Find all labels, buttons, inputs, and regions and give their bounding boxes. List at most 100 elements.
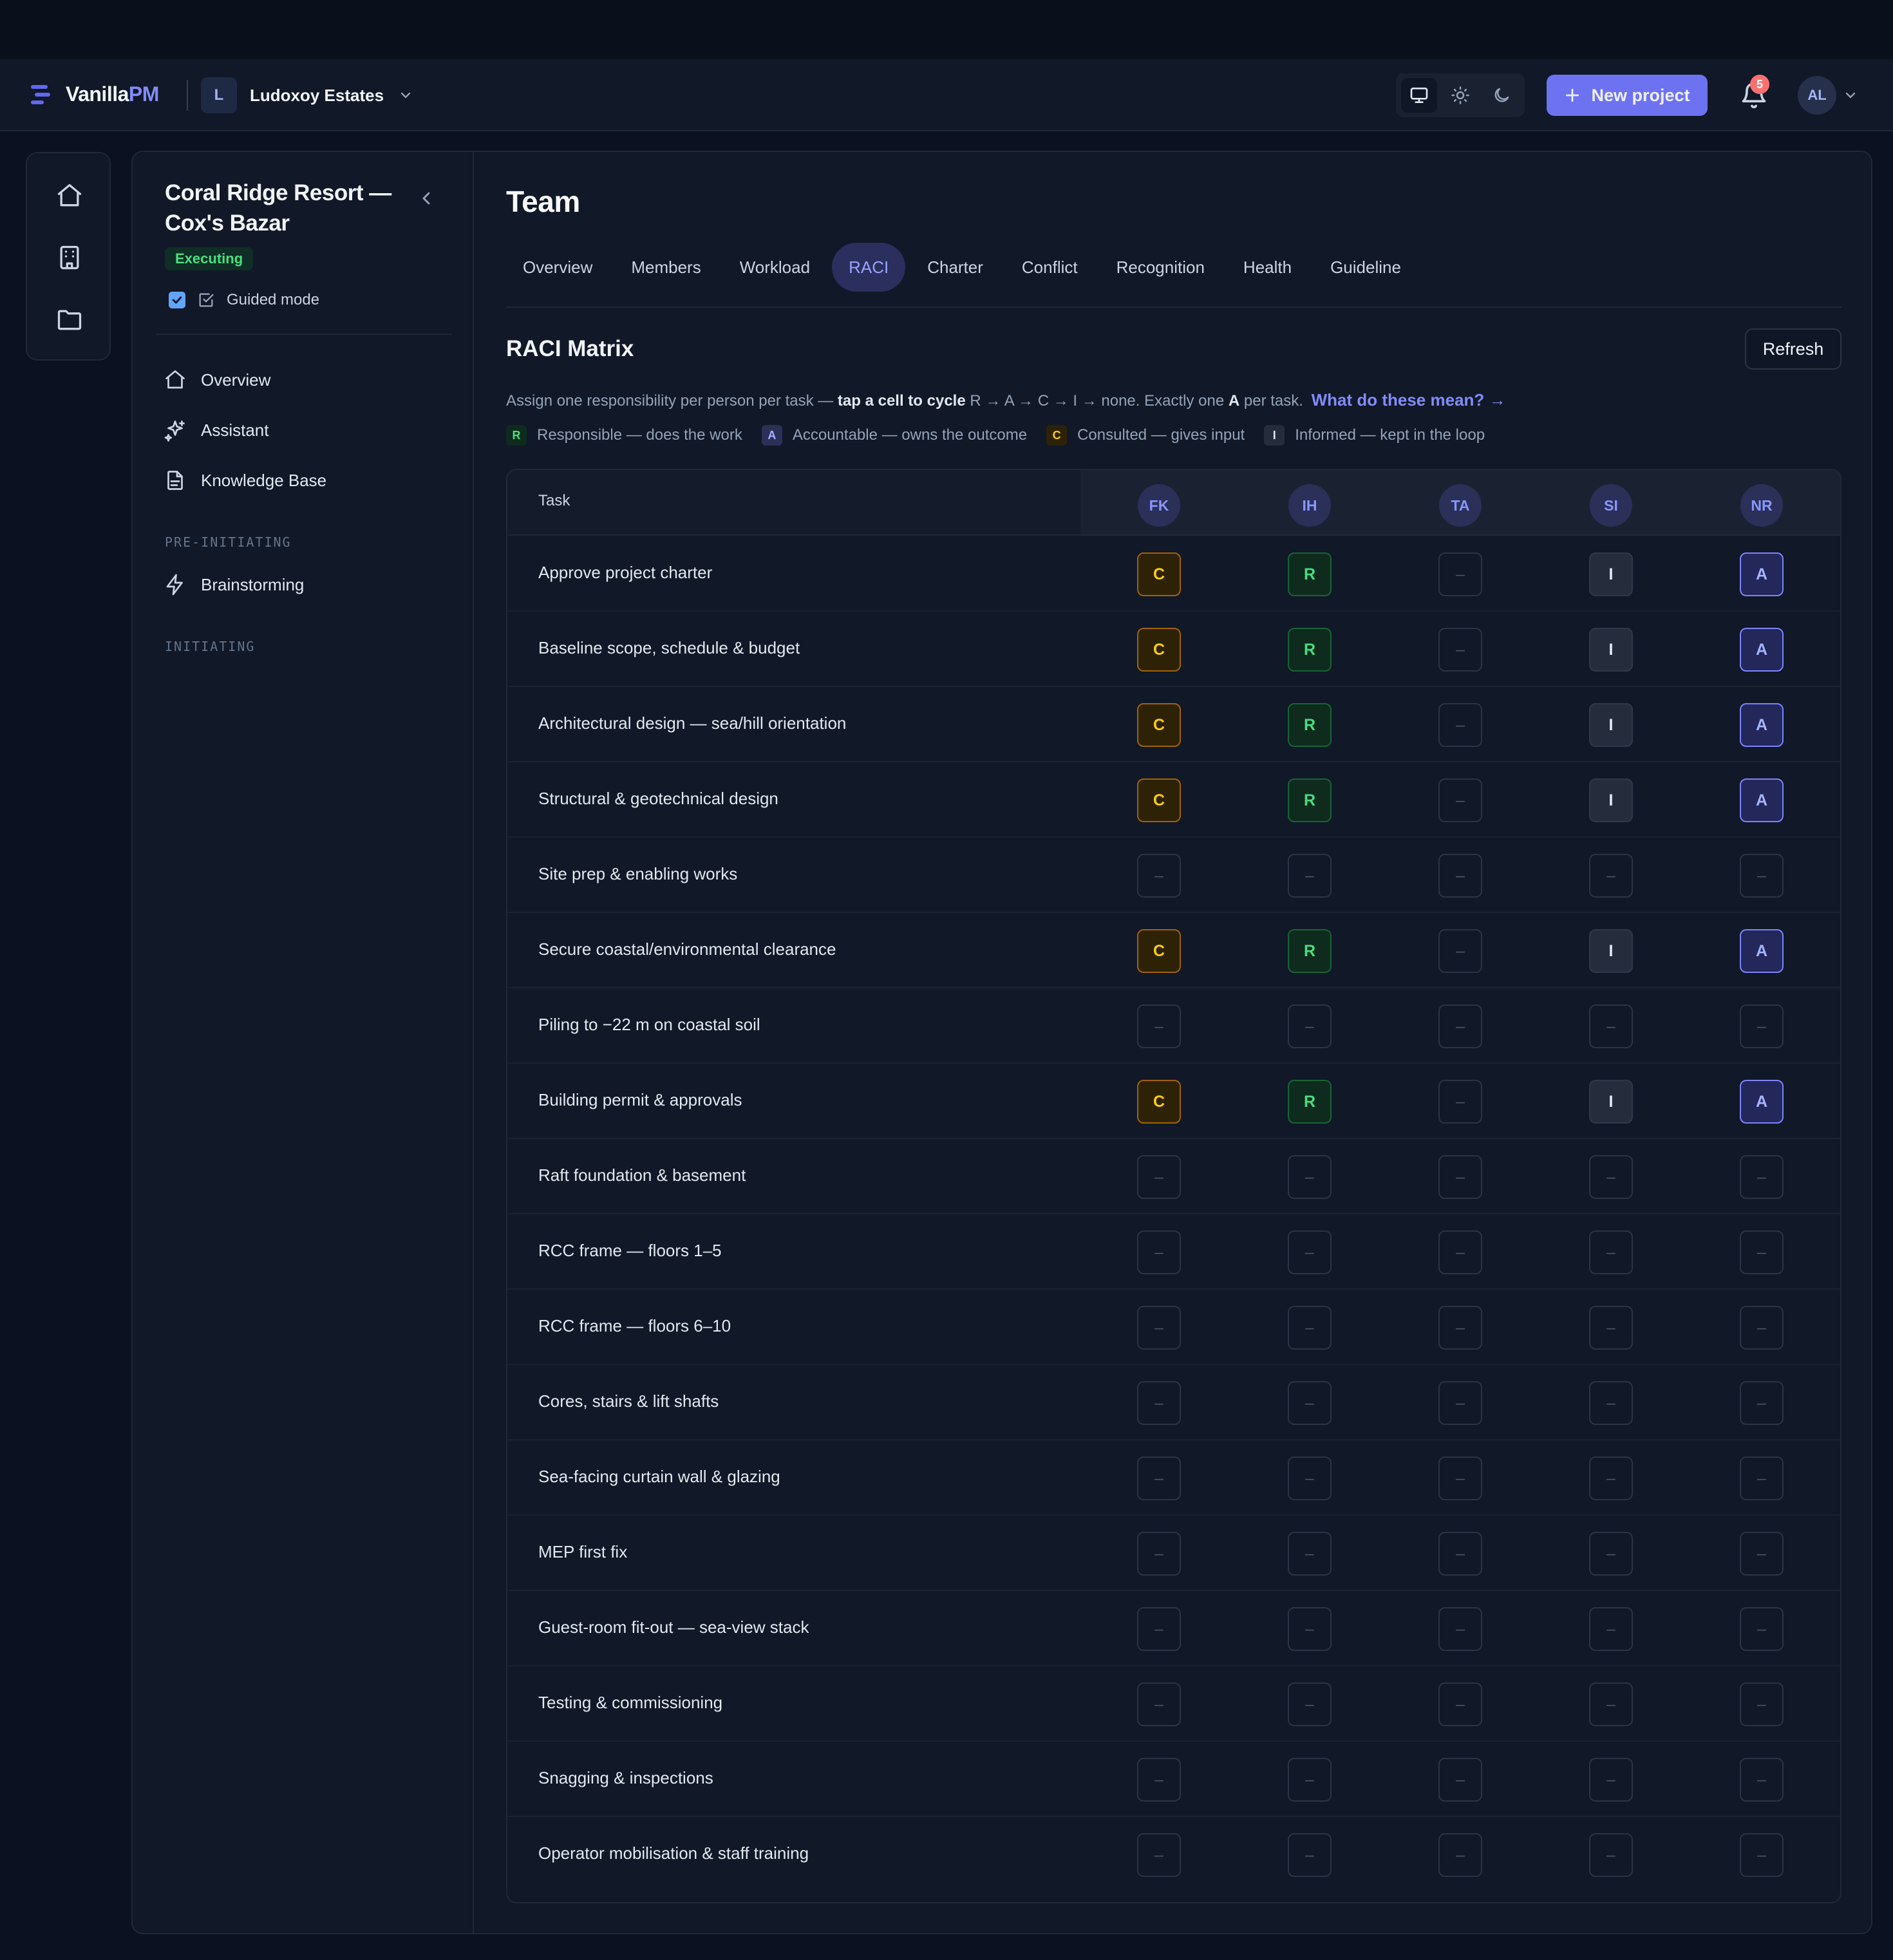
raci-cell-ta[interactable]: –	[1438, 628, 1482, 672]
raci-cell-ta[interactable]: –	[1438, 1230, 1482, 1274]
raci-cell-ta[interactable]: –	[1438, 1682, 1482, 1726]
guided-mode-checkbox[interactable]	[169, 292, 185, 308]
raci-cell-si[interactable]: I	[1589, 929, 1633, 973]
raci-cell-ta[interactable]: –	[1438, 703, 1482, 747]
tab-health[interactable]: Health	[1227, 243, 1308, 292]
raci-cell-si[interactable]: –	[1589, 1381, 1633, 1425]
raci-cell-nr[interactable]: A	[1740, 929, 1784, 973]
raci-cell-fk[interactable]: –	[1137, 1381, 1181, 1425]
raci-cell-ih[interactable]: R	[1288, 929, 1332, 973]
tab-overview[interactable]: Overview	[506, 243, 609, 292]
raci-cell-ta[interactable]: –	[1438, 1155, 1482, 1199]
new-project-button[interactable]: New project	[1547, 75, 1708, 116]
raci-cell-ih[interactable]: R	[1288, 628, 1332, 672]
raci-cell-fk[interactable]: –	[1137, 1230, 1181, 1274]
raci-cell-nr[interactable]: –	[1740, 1306, 1784, 1350]
raci-cell-si[interactable]: I	[1589, 628, 1633, 672]
user-avatar[interactable]: AL	[1798, 76, 1836, 115]
raci-cell-nr[interactable]: A	[1740, 1080, 1784, 1124]
raci-cell-fk[interactable]: C	[1137, 778, 1181, 822]
chevron-left-icon[interactable]	[416, 188, 437, 209]
home-icon[interactable]	[55, 182, 84, 210]
raci-cell-si[interactable]: –	[1589, 1230, 1633, 1274]
raci-cell-ih[interactable]: –	[1288, 1306, 1332, 1350]
raci-cell-nr[interactable]: –	[1740, 1230, 1784, 1274]
raci-cell-si[interactable]: I	[1589, 703, 1633, 747]
raci-cell-fk[interactable]: –	[1137, 1532, 1181, 1576]
tab-raci[interactable]: RACI	[832, 243, 906, 292]
raci-cell-fk[interactable]: C	[1137, 552, 1181, 596]
raci-cell-ta[interactable]: –	[1438, 1381, 1482, 1425]
sidebar-item-brainstorming[interactable]: Brainstorming	[164, 573, 304, 596]
raci-cell-nr[interactable]: –	[1740, 1758, 1784, 1802]
raci-cell-ih[interactable]: –	[1288, 1607, 1332, 1651]
raci-cell-ta[interactable]: –	[1438, 778, 1482, 822]
raci-cell-nr[interactable]: –	[1740, 1456, 1784, 1500]
raci-cell-nr[interactable]: A	[1740, 703, 1784, 747]
folder-icon[interactable]	[55, 305, 84, 334]
raci-cell-ih[interactable]: –	[1288, 1833, 1332, 1877]
raci-cell-nr[interactable]: –	[1740, 1607, 1784, 1651]
raci-cell-fk[interactable]: C	[1137, 929, 1181, 973]
raci-cell-nr[interactable]: A	[1740, 552, 1784, 596]
raci-cell-ih[interactable]: –	[1288, 1532, 1332, 1576]
raci-cell-ih[interactable]: –	[1288, 1456, 1332, 1500]
raci-cell-ta[interactable]: –	[1438, 1080, 1482, 1124]
raci-cell-ta[interactable]: –	[1438, 1306, 1482, 1350]
raci-cell-ta[interactable]: –	[1438, 1532, 1482, 1576]
tab-workload[interactable]: Workload	[723, 243, 827, 292]
raci-cell-si[interactable]: –	[1589, 1004, 1633, 1048]
sidebar-item-assistant[interactable]: Assistant	[164, 419, 269, 442]
raci-cell-si[interactable]: I	[1589, 552, 1633, 596]
raci-cell-ih[interactable]: –	[1288, 854, 1332, 898]
raci-cell-ta[interactable]: –	[1438, 1456, 1482, 1500]
raci-cell-ih[interactable]: –	[1288, 1230, 1332, 1274]
dark-theme-button[interactable]	[1483, 78, 1520, 113]
raci-cell-nr[interactable]: –	[1740, 1155, 1784, 1199]
raci-cell-fk[interactable]: –	[1137, 1682, 1181, 1726]
raci-cell-ta[interactable]: –	[1438, 1758, 1482, 1802]
sidebar-item-overview[interactable]: Overview	[164, 368, 270, 391]
raci-cell-si[interactable]: I	[1589, 1080, 1633, 1124]
raci-cell-si[interactable]: –	[1589, 1155, 1633, 1199]
raci-cell-si[interactable]: –	[1589, 854, 1633, 898]
raci-cell-nr[interactable]: A	[1740, 628, 1784, 672]
raci-cell-ta[interactable]: –	[1438, 1004, 1482, 1048]
raci-cell-fk[interactable]: C	[1137, 1080, 1181, 1124]
org-switcher[interactable]: L Ludoxoy Estates	[201, 77, 413, 113]
raci-cell-si[interactable]: I	[1589, 778, 1633, 822]
building-icon[interactable]	[55, 243, 84, 272]
raci-cell-ih[interactable]: –	[1288, 1758, 1332, 1802]
raci-cell-nr[interactable]: –	[1740, 1004, 1784, 1048]
tab-members[interactable]: Members	[614, 243, 717, 292]
raci-cell-ta[interactable]: –	[1438, 854, 1482, 898]
raci-cell-ih[interactable]: –	[1288, 1381, 1332, 1425]
raci-cell-fk[interactable]: –	[1137, 1758, 1181, 1802]
app-logo[interactable]: VanillaPM	[31, 82, 159, 106]
raci-cell-fk[interactable]: C	[1137, 703, 1181, 747]
raci-cell-si[interactable]: –	[1589, 1833, 1633, 1877]
raci-cell-ih[interactable]: R	[1288, 778, 1332, 822]
system-theme-button[interactable]	[1401, 78, 1437, 113]
raci-cell-ih[interactable]: –	[1288, 1682, 1332, 1726]
raci-cell-fk[interactable]: –	[1137, 1833, 1181, 1877]
raci-cell-fk[interactable]: C	[1137, 628, 1181, 672]
raci-cell-nr[interactable]: A	[1740, 778, 1784, 822]
tab-guideline[interactable]: Guideline	[1314, 243, 1418, 292]
raci-cell-ta[interactable]: –	[1438, 929, 1482, 973]
tab-charter[interactable]: Charter	[910, 243, 1000, 292]
raci-cell-fk[interactable]: –	[1137, 1306, 1181, 1350]
raci-cell-ta[interactable]: –	[1438, 1607, 1482, 1651]
raci-cell-fk[interactable]: –	[1137, 854, 1181, 898]
raci-cell-si[interactable]: –	[1589, 1682, 1633, 1726]
raci-cell-fk[interactable]: –	[1137, 1155, 1181, 1199]
chevron-down-icon[interactable]	[1843, 88, 1858, 103]
raci-cell-ih[interactable]: R	[1288, 1080, 1332, 1124]
help-link[interactable]: What do these mean? →	[1312, 390, 1506, 410]
raci-cell-ih[interactable]: –	[1288, 1004, 1332, 1048]
refresh-button[interactable]: Refresh	[1745, 328, 1841, 370]
raci-cell-si[interactable]: –	[1589, 1607, 1633, 1651]
raci-cell-nr[interactable]: –	[1740, 1682, 1784, 1726]
raci-cell-fk[interactable]: –	[1137, 1004, 1181, 1048]
raci-cell-si[interactable]: –	[1589, 1532, 1633, 1576]
